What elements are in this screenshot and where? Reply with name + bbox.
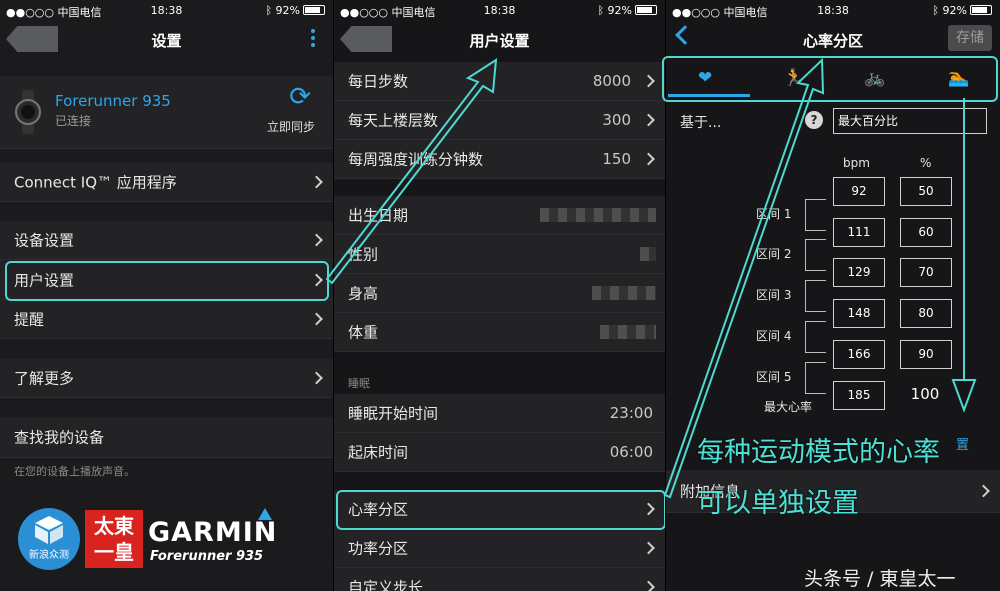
annotation-line1: 每种运动模式的心率 — [697, 437, 940, 468]
arrow-to-user-settings — [325, 58, 498, 285]
annotation-line2: 可以单独设置 — [697, 488, 859, 519]
arrow-down — [951, 98, 977, 413]
